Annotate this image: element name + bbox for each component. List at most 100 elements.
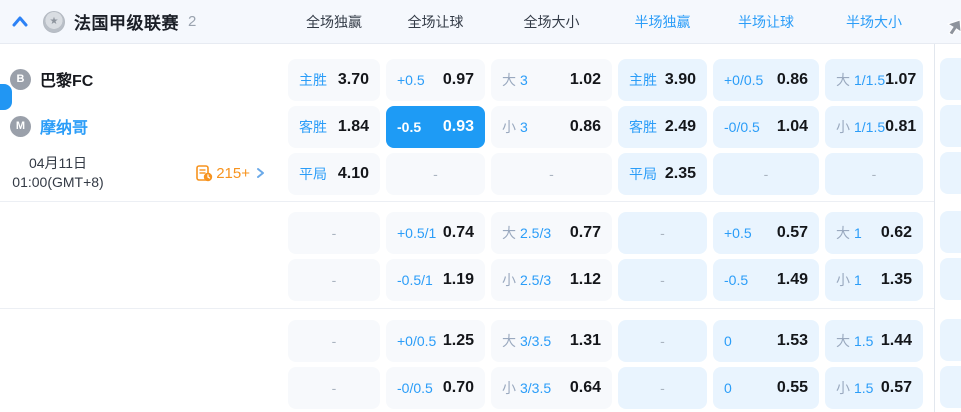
- odds-count-icon: [196, 164, 213, 181]
- column-header-ht-handicap[interactable]: 半场让球: [713, 12, 819, 32]
- odds-cell[interactable]: -0/0.5 0.70: [386, 367, 485, 409]
- odds-cell[interactable]: 主胜 3.70: [288, 59, 380, 101]
- odds-cell[interactable]: 客胜 1.84: [288, 106, 380, 148]
- handicap-side-label: 小: [502, 380, 516, 396]
- odds-cell[interactable]: 平局 4.10: [288, 153, 380, 195]
- odds-cell[interactable]: 0 0.55: [713, 367, 819, 409]
- odds-value: -: [549, 166, 554, 182]
- odds-label: 1: [854, 225, 862, 241]
- match-time: 01:00(GMT+8): [12, 174, 104, 190]
- odds-value: 0.77: [569, 224, 601, 241]
- odds-cell[interactable]: 小 3/3.5 0.64: [491, 367, 612, 409]
- handicap-side-label: 小: [836, 119, 850, 135]
- overflow-cell: [940, 105, 961, 147]
- odds-label: 主胜: [299, 72, 327, 88]
- odds-label: 1/1.5: [854, 119, 886, 135]
- odds-cell[interactable]: 小 2.5/3 1.12: [491, 259, 612, 301]
- odds-cell[interactable]: 客胜 2.49: [618, 106, 707, 148]
- league-count: 2: [188, 13, 197, 30]
- odds-value: 0.70: [442, 379, 474, 396]
- odds-cell[interactable]: 大 1 0.62: [825, 212, 923, 254]
- match-info: B 巴黎FC M 摩纳哥 04月11日 01:00(GMT+8) 215+: [0, 43, 282, 201]
- odds-value: -: [331, 380, 337, 396]
- odds-label: -0.5: [397, 119, 422, 135]
- odds-cell-empty: -: [491, 153, 612, 195]
- handicap-side-label: 大: [836, 225, 850, 241]
- odds-cell[interactable]: 大 3 1.02: [491, 59, 612, 101]
- odds-value: -: [331, 333, 337, 349]
- overflow-column: [940, 43, 961, 412]
- odds-value: 0.93: [442, 118, 474, 135]
- odds-cell[interactable]: -0.5 0.93: [386, 106, 485, 148]
- column-divider: [934, 44, 935, 412]
- odds-value: 1.04: [776, 118, 808, 135]
- odds-cell[interactable]: 小 1/1.5 0.81: [825, 106, 923, 148]
- odds-value: 0.64: [569, 379, 601, 396]
- odds-label: 0: [724, 333, 732, 349]
- odds-label: +0/0.5: [724, 72, 764, 88]
- odds-cell[interactable]: 大 1/1.5 1.07: [825, 59, 923, 101]
- overflow-cell: [940, 258, 961, 300]
- odds-panel: ★ 法国甲级联赛 2 全场独赢 全场让球 全场大小 半场独赢 半场让球 半场大小…: [0, 0, 961, 412]
- odds-value: 1.84: [337, 118, 369, 135]
- odds-value: 0.97: [442, 71, 474, 88]
- odds-cell[interactable]: 小 1.5 0.57: [825, 367, 923, 409]
- odds-label: 1.5: [854, 333, 874, 349]
- odds-cell[interactable]: 平局 2.35: [618, 153, 707, 195]
- match-date: 04月11日: [28, 155, 88, 172]
- odds-cell[interactable]: +0/0.5 0.86: [713, 59, 819, 101]
- match-datetime: 04月11日 01:00(GMT+8): [2, 154, 114, 192]
- odds-label: 平局: [299, 166, 327, 182]
- odds-cell[interactable]: +0.5/1 0.74: [386, 212, 485, 254]
- odds-value: 2.35: [664, 165, 696, 182]
- odds-cell[interactable]: 小 1 1.35: [825, 259, 923, 301]
- header-bar: ★ 法国甲级联赛 2 全场独赢 全场让球 全场大小 半场独赢 半场让球 半场大小: [0, 0, 961, 44]
- odds-value: 1.12: [569, 271, 601, 288]
- collapse-chevron-icon[interactable]: [11, 13, 29, 31]
- odds-label: 平局: [629, 166, 657, 182]
- odds-cell[interactable]: 大 2.5/3 0.77: [491, 212, 612, 254]
- team-row-away[interactable]: M 摩纳哥: [0, 105, 282, 147]
- more-markets-link[interactable]: 215+: [196, 165, 266, 182]
- odds-row: - -0.5/1 1.19 小 2.5/3 1.12- -0.5 1.49 小 1 1.35: [0, 259, 934, 301]
- odds-value: 3.90: [664, 71, 696, 88]
- odds-value: -: [331, 225, 337, 241]
- odds-group-alt1: - +0.5/1 0.74 大 2.5/3 0.77- +0.5 0.57 大 1 0.62- -0.…: [0, 202, 934, 309]
- overflow-cell: [940, 211, 961, 253]
- odds-label: -0/0.5: [724, 119, 760, 135]
- odds-cell[interactable]: 小 3 0.86: [491, 106, 612, 148]
- odds-label: 3/3.5: [520, 333, 552, 349]
- league-header: ★ 法国甲级联赛 2: [0, 9, 282, 34]
- odds-cell[interactable]: -0/0.5 1.04: [713, 106, 819, 148]
- odds-row: - +0/0.5 1.25 大 3/3.5 1.31-0 1.53 大 1.5 1.44: [0, 320, 934, 362]
- odds-value: 0.57: [880, 379, 912, 396]
- odds-label: +0.5/1: [397, 225, 437, 241]
- odds-cell[interactable]: -0.5 1.49: [713, 259, 819, 301]
- column-header-ft-handicap: 全场让球: [407, 13, 464, 30]
- handicap-side-label: 小: [502, 119, 516, 135]
- odds-cell[interactable]: 大 1.5 1.44: [825, 320, 923, 362]
- side-handle[interactable]: [0, 84, 12, 110]
- odds-cell-empty: -: [618, 259, 707, 301]
- team-row-home[interactable]: B 巴黎FC: [0, 58, 282, 100]
- column-header-ht-overunder[interactable]: 半场大小: [825, 12, 923, 32]
- odds-label: +0/0.5: [397, 333, 437, 349]
- odds-cell-empty: -: [618, 212, 707, 254]
- odds-cell[interactable]: +0.5 0.97: [386, 59, 485, 101]
- more-markets-chevron-icon: [257, 168, 264, 178]
- odds-cell-empty: -: [288, 212, 380, 254]
- column-header-ht-1x2[interactable]: 半场独赢: [618, 12, 707, 32]
- odds-cell-empty: -: [713, 153, 819, 195]
- odds-cell[interactable]: 大 3/3.5 1.31: [491, 320, 612, 362]
- odds-cell[interactable]: +0/0.5 1.25: [386, 320, 485, 362]
- odds-value: 2.49: [664, 118, 696, 135]
- odds-value: -: [331, 272, 337, 288]
- odds-label: 1: [854, 272, 862, 288]
- team-name-home: 巴黎FC: [40, 73, 94, 90]
- odds-value: 1.25: [442, 332, 474, 349]
- odds-cell[interactable]: 0 1.53: [713, 320, 819, 362]
- odds-value: 0.81: [885, 118, 917, 135]
- odds-cell[interactable]: +0.5 0.57: [713, 212, 819, 254]
- odds-cell[interactable]: -0.5/1 1.19: [386, 259, 485, 301]
- odds-cell[interactable]: 主胜 3.90: [618, 59, 707, 101]
